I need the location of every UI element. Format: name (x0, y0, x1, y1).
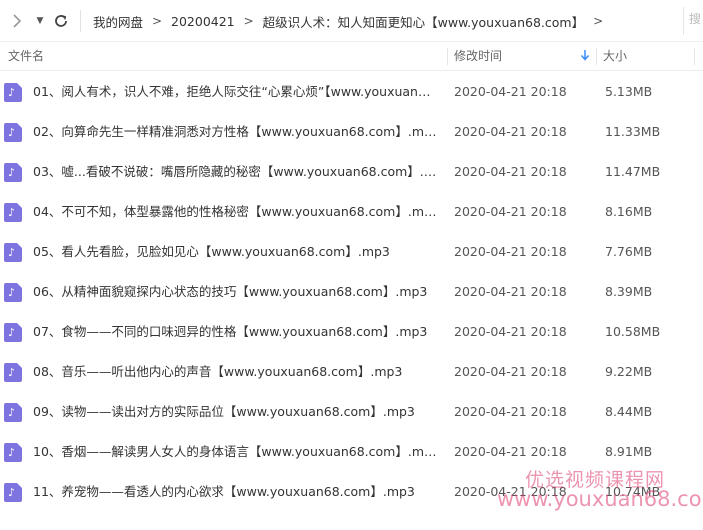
file-name[interactable]: 01、阅人有术，识人不难，拒绝人际交往“心累心烦”【www.youxuan68.… (33, 72, 438, 112)
music-note-icon: ♪ (8, 326, 16, 339)
file-modified-time: 2020-04-21 20:18 (454, 164, 567, 179)
breadcrumb-item-folder[interactable]: 20200421 (171, 14, 235, 29)
audio-file-icon: ♪ (4, 123, 22, 142)
music-note-icon: ♪ (8, 86, 16, 99)
file-modified-time: 2020-04-21 20:18 (454, 324, 567, 339)
file-name[interactable]: 09、读物——读出对方的实际品位【www.youxuan68.com】.mp3 (33, 392, 438, 432)
music-note-icon: ♪ (8, 406, 16, 419)
file-modified-time: 2020-04-21 20:18 (454, 84, 567, 99)
audio-file-icon: ♪ (4, 163, 22, 182)
caret-down-icon[interactable]: ▼ (33, 9, 47, 33)
audio-file-icon: ♪ (4, 483, 22, 502)
file-modified-time: 2020-04-21 20:18 (454, 204, 567, 219)
column-header-name[interactable]: 文件名 (8, 42, 44, 71)
music-note-icon: ♪ (8, 446, 16, 459)
column-header-modified[interactable]: 修改时间 (454, 42, 502, 71)
file-modified-time: 2020-04-21 20:18 (454, 284, 567, 299)
nav-divider (80, 10, 81, 32)
file-row[interactable]: ♪ 02、向算命先生一样精准洞悉对方性格【www.youxuan68.com】.m… (0, 112, 703, 152)
file-name[interactable]: 08、音乐——听出他内心的声音【www.youxuan68.com】.mp3 (33, 352, 438, 392)
file-size: 10.74MB (605, 484, 661, 499)
file-name[interactable]: 03、嘘...看破不说破：嘴唇所隐藏的秘密【www.youxuan68.com】… (33, 152, 438, 192)
file-name[interactable]: 10、香烟——解读男人女人的身体语言【www.youxuan68.com】.mp… (33, 432, 438, 472)
file-row[interactable]: ♪ 09、读物——读出对方的实际品位【www.youxuan68.com】.mp3… (0, 392, 703, 432)
audio-file-icon: ♪ (4, 83, 22, 102)
file-row[interactable]: ♪ 01、阅人有术，识人不难，拒绝人际交往“心累心烦”【www.youxuan68… (0, 72, 703, 112)
file-name[interactable]: 02、向算命先生一样精准洞悉对方性格【www.youxuan68.com】.mp… (33, 112, 438, 152)
breadcrumb-separator-icon: > (593, 14, 604, 28)
file-modified-time: 2020-04-21 20:18 (454, 124, 567, 139)
search-label[interactable]: 搜 (689, 10, 703, 32)
file-size: 11.33MB (605, 124, 661, 139)
file-row[interactable]: ♪ 10、香烟——解读男人女人的身体语言【www.youxuan68.com】.m… (0, 432, 703, 472)
audio-file-icon: ♪ (4, 443, 22, 462)
chevron-right-glyph (13, 14, 22, 28)
breadcrumb: 我的网盘 > 20200421 > 超级识人术：知人知面更知心【www.youx… (93, 12, 612, 30)
column-header-size[interactable]: 大小 (603, 42, 627, 71)
file-row[interactable]: ♪ 07、食物——不同的口味迥异的性格【www.youxuan68.com】.mp… (0, 312, 703, 352)
audio-file-icon: ♪ (4, 403, 22, 422)
music-note-icon: ♪ (8, 366, 16, 379)
file-size: 8.91MB (605, 444, 653, 459)
file-name[interactable]: 11、养宠物——看透人的内心欲求【www.youxuan68.com】.mp3 (33, 472, 438, 512)
file-size: 8.44MB (605, 404, 653, 419)
file-size: 11.47MB (605, 164, 661, 179)
file-modified-time: 2020-04-21 20:18 (454, 364, 567, 379)
file-name[interactable]: 04、不可不知，体型暴露他的性格秘密【www.youxuan68.com】.mp… (33, 192, 438, 232)
file-name[interactable]: 07、食物——不同的口味迥异的性格【www.youxuan68.com】.mp3 (33, 312, 438, 352)
breadcrumb-item-home[interactable]: 我的网盘 (93, 12, 143, 31)
column-divider[interactable] (596, 48, 597, 65)
audio-file-icon: ♪ (4, 243, 22, 262)
file-list-header: 文件名 修改时间 大小 (0, 42, 703, 71)
sort-down-glyph (580, 50, 590, 61)
music-note-icon: ♪ (8, 286, 16, 299)
audio-file-icon: ♪ (4, 283, 22, 302)
sort-down-icon[interactable] (579, 49, 591, 63)
file-row[interactable]: ♪ 05、看人先看脸，见脸如见心【www.youxuan68.com】.mp3 20… (0, 232, 703, 272)
refresh-glyph (55, 15, 67, 27)
music-note-icon: ♪ (8, 246, 16, 259)
file-size: 5.13MB (605, 84, 653, 99)
music-note-icon: ♪ (8, 206, 16, 219)
file-size: 8.16MB (605, 204, 653, 219)
column-divider[interactable] (447, 48, 448, 65)
file-modified-time: 2020-04-21 20:18 (454, 404, 567, 419)
breadcrumb-item-current[interactable]: 超级识人术：知人知面更知心【www.youxuan68.com】 (263, 12, 584, 31)
music-note-icon: ♪ (8, 166, 16, 179)
file-row[interactable]: ♪ 04、不可不知，体型暴露他的性格秘密【www.youxuan68.com】.m… (0, 192, 703, 232)
file-modified-time: 2020-04-21 20:18 (454, 484, 567, 499)
breadcrumb-separator-icon: > (243, 14, 254, 28)
music-note-icon: ♪ (8, 486, 16, 499)
refresh-icon[interactable] (50, 9, 72, 33)
file-row[interactable]: ♪ 11、养宠物——看透人的内心欲求【www.youxuan68.com】.mp3… (0, 472, 703, 512)
file-row[interactable]: ♪ 06、从精神面貌窥探内心状态的技巧【www.youxuan68.com】.mp… (0, 272, 703, 312)
music-note-icon: ♪ (8, 126, 16, 139)
audio-file-icon: ♪ (4, 323, 22, 342)
column-divider[interactable] (694, 48, 695, 65)
file-size: 10.58MB (605, 324, 661, 339)
file-modified-time: 2020-04-21 20:18 (454, 444, 567, 459)
file-row[interactable]: ♪ 03、嘘...看破不说破：嘴唇所隐藏的秘密【www.youxuan68.com… (0, 152, 703, 192)
chevron-right-icon[interactable] (7, 9, 27, 33)
file-size: 9.22MB (605, 364, 653, 379)
file-name[interactable]: 05、看人先看脸，见脸如见心【www.youxuan68.com】.mp3 (33, 232, 438, 272)
file-modified-time: 2020-04-21 20:18 (454, 244, 567, 259)
navigation-bar: ▼ 我的网盘 > 20200421 > 超级识人术：知人知面更知心【www.yo… (0, 0, 703, 42)
file-name[interactable]: 06、从精神面貌窥探内心状态的技巧【www.youxuan68.com】.mp3 (33, 272, 438, 312)
audio-file-icon: ♪ (4, 203, 22, 222)
breadcrumb-separator-icon: > (151, 14, 163, 28)
audio-file-icon: ♪ (4, 363, 22, 382)
file-size: 8.39MB (605, 284, 653, 299)
file-size: 7.76MB (605, 244, 653, 259)
file-row[interactable]: ♪ 08、音乐——听出他内心的声音【www.youxuan68.com】.mp3 2… (0, 352, 703, 392)
